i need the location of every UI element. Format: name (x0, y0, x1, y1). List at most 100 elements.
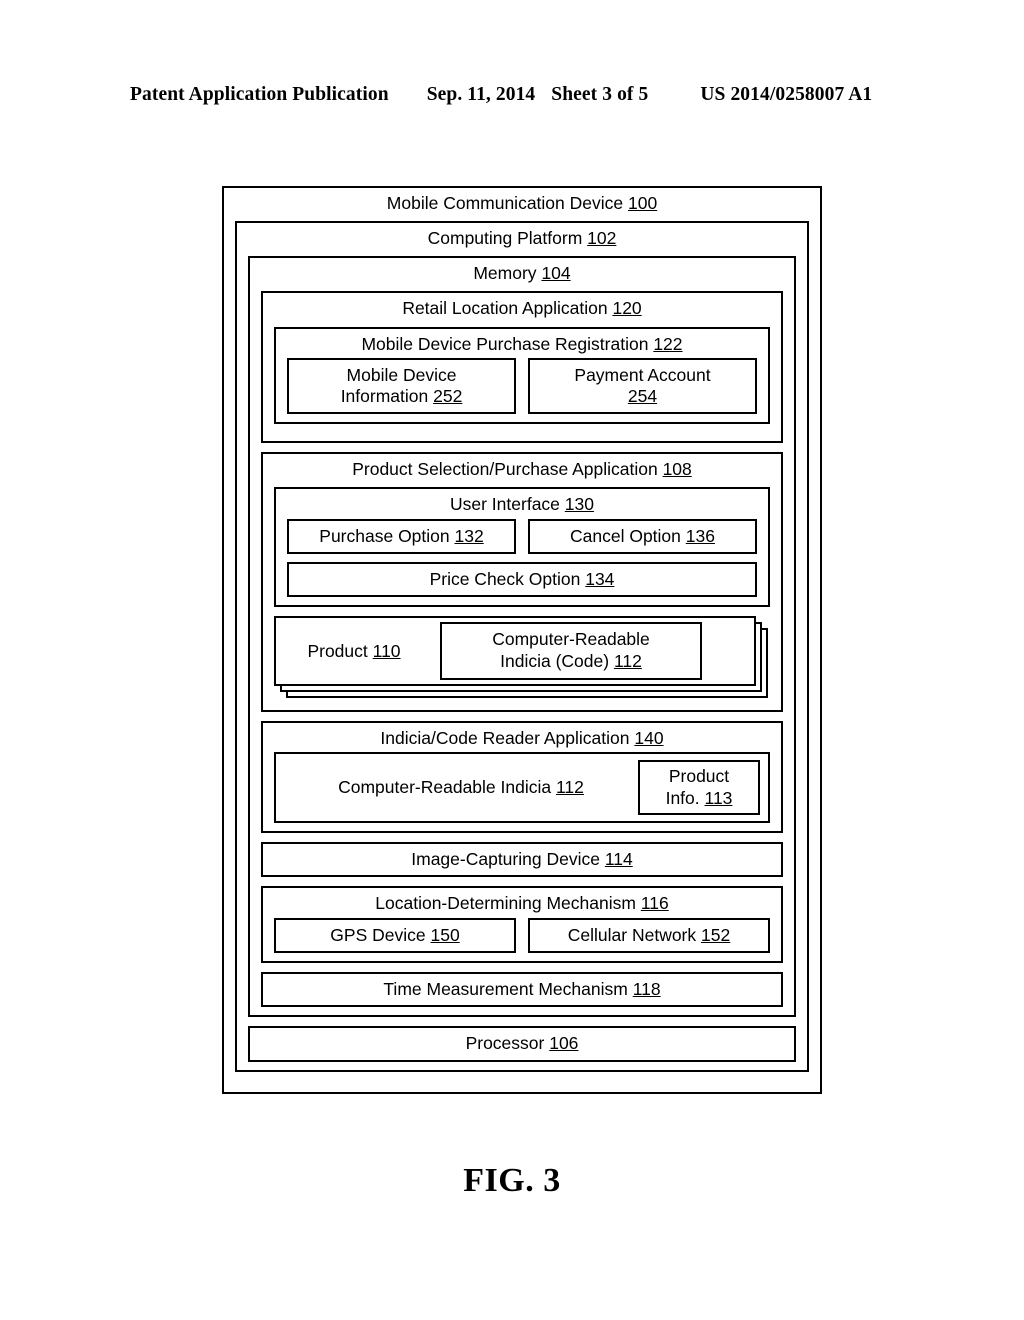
block-title-product-selection-purchase-application: Product Selection/Purchase Application 1… (263, 454, 781, 483)
button-cancel-option[interactable]: Cancel Option 136 (528, 518, 757, 554)
registration-items-row: Mobile Device Information 252 Payment Ac… (287, 357, 757, 415)
ref-product: 110 (372, 640, 401, 661)
text-product-info-line1: Product (668, 766, 730, 787)
text-time-measurement-mechanism: Time Measurement Mechanism (383, 978, 628, 999)
text-product-info-line2: Info. (665, 787, 700, 808)
page-header: Patent Application Publication Sep. 11, … (130, 84, 894, 106)
ref-cancel-option: 136 (685, 525, 715, 546)
text-purchase-option: Purchase Option (319, 525, 450, 546)
label-processor: Processor 106 (250, 1028, 794, 1059)
header-date: Sep. 11, 2014 (426, 84, 536, 105)
block-indicia-code-reader-application: Indicia/Code Reader Application 140 Comp… (261, 721, 783, 834)
location-items-row: GPS Device 150 Cellular Network 152 (274, 917, 770, 953)
block-payment-account: Payment Account 254 (528, 357, 757, 415)
block-title-retail-location-application: Retail Location Application 120 (263, 293, 781, 322)
text-computer-readable-indicia: Computer-Readable Indicia (338, 777, 552, 798)
label-image-capturing-device: Image-Capturing Device 114 (263, 844, 781, 875)
label-computing-platform: Computing Platform (427, 228, 583, 249)
ref-product-info: 113 (704, 787, 733, 808)
header-sheet: Sheet 3 of 5 (551, 84, 649, 105)
button-price-check-option[interactable]: Price Check Option 134 (287, 561, 757, 598)
label-indicia-code-reader-application: Indicia/Code Reader Application (380, 728, 630, 749)
text-code-line1: Computer-Readable (492, 629, 650, 650)
text-gps-device: GPS Device (330, 924, 426, 945)
ref-indicia-code-reader-application: 140 (634, 728, 664, 749)
label-product: Product 110 (274, 641, 434, 662)
label-user-interface: User Interface (450, 494, 560, 515)
ref-user-interface: 130 (564, 494, 594, 515)
ref-processor: 106 (549, 1033, 579, 1054)
label-mobile-device-information-line2: Information (340, 385, 429, 406)
label-mobile-device-purchase-registration: Mobile Device Purchase Registration (361, 333, 649, 354)
block-title-memory: Memory 104 (250, 258, 794, 287)
block-image-capturing-device: Image-Capturing Device 114 (261, 842, 783, 878)
label-payment-account-line1: Payment Account (574, 364, 711, 385)
block-title-computing-platform: Computing Platform 102 (237, 223, 807, 252)
block-cellular-network: Cellular Network 152 (528, 917, 770, 953)
ref-computing-platform: 102 (587, 228, 617, 249)
label-mobile-device-information-line1: Mobile Device (346, 364, 457, 385)
label-price-check-option: Price Check Option 134 (289, 564, 755, 595)
block-product-selection-purchase-application: Product Selection/Purchase Application 1… (261, 452, 783, 713)
ref-image-capturing-device: 114 (604, 849, 633, 870)
text-price-check-option: Price Check Option (429, 568, 581, 589)
label-cancel-option: Cancel Option 136 (530, 521, 755, 552)
text-image-capturing-device: Image-Capturing Device (411, 849, 600, 870)
patent-figure: Mobile Communication Device 100 Computin… (222, 186, 822, 1094)
ref-product-selection-purchase-application: 108 (662, 459, 692, 480)
ref-retail-location-application: 120 (612, 298, 642, 319)
header-publication: Patent Application Publication (130, 84, 389, 105)
block-mobile-communication-device: Mobile Communication Device 100 Computin… (222, 186, 822, 1094)
block-time-measurement-mechanism: Time Measurement Mechanism 118 (261, 971, 783, 1008)
ref-mobile-device-information: 252 (433, 385, 463, 406)
label-block-mobile-device-information: Mobile Device Information 252 (289, 360, 514, 413)
block-title-indicia-code-reader-application: Indicia/Code Reader Application 140 (263, 723, 781, 752)
ref-gps-device: 150 (430, 924, 460, 945)
button-purchase-option[interactable]: Purchase Option 132 (287, 518, 516, 554)
ref-purchase-option: 132 (454, 525, 484, 546)
ref-mobile-device-purchase-registration: 122 (653, 333, 683, 354)
block-user-interface: User Interface 130 Purchase Option 132 C… (274, 487, 770, 608)
block-title-user-interface: User Interface 130 (276, 489, 768, 518)
label-memory: Memory (473, 263, 537, 284)
label-retail-location-application: Retail Location Application (402, 298, 608, 319)
text-code-line2: Indicia (Code) (500, 651, 610, 672)
header-patent-number: US 2014/0258007 A1 (700, 84, 873, 105)
figure-caption: FIG. 3 (463, 1162, 561, 1199)
label-computer-readable-indicia: Computer-Readable Indicia 112 (284, 777, 638, 798)
label-block-payment-account: Payment Account 254 (530, 360, 755, 413)
ref-time-measurement-mechanism: 118 (632, 978, 661, 999)
block-computing-platform: Computing Platform 102 Memory 104 Retail… (235, 221, 809, 1072)
label-location-determining-mechanism: Location-Determining Mechanism (375, 893, 636, 914)
ref-location-determining-mechanism: 116 (640, 893, 669, 914)
block-product-info: Product Info. 113 (638, 760, 760, 816)
label-mobile-communication-device: Mobile Communication Device (386, 193, 624, 213)
block-mobile-device-purchase-registration: Mobile Device Purchase Registration 122 … (274, 326, 770, 425)
ui-options-row: Purchase Option 132 Cancel Option 136 (287, 518, 757, 554)
text-processor: Processor (465, 1033, 545, 1054)
text-cancel-option: Cancel Option (570, 525, 681, 546)
text-product: Product (307, 640, 368, 661)
block-reader-inner: Computer-Readable Indicia 112 Product In… (274, 752, 770, 824)
label-time-measurement-mechanism: Time Measurement Mechanism 118 (263, 974, 781, 1005)
block-mobile-device-information: Mobile Device Information 252 (287, 357, 516, 415)
ref-computer-readable-indicia: 112 (556, 777, 584, 798)
block-title-mobile-device-purchase-registration: Mobile Device Purchase Registration 122 (276, 329, 768, 358)
block-title-location-determining-mechanism: Location-Determining Mechanism 116 (263, 888, 781, 917)
ref-memory: 104 (541, 263, 571, 284)
label-gps-device: GPS Device 150 (276, 920, 514, 951)
block-location-determining-mechanism: Location-Determining Mechanism 116 GPS D… (261, 886, 783, 963)
label-cellular-network: Cellular Network 152 (530, 920, 768, 951)
block-processor: Processor 106 (248, 1026, 796, 1062)
ref-mobile-communication-device: 100 (628, 193, 658, 213)
label-product-selection-purchase-application: Product Selection/Purchase Application (352, 459, 658, 480)
block-gps-device: GPS Device 150 (274, 917, 516, 953)
text-cellular-network: Cellular Network (567, 924, 697, 945)
label-purchase-option: Purchase Option 132 (289, 521, 514, 552)
block-title-mobile-communication-device: Mobile Communication Device 100 (224, 188, 820, 217)
ref-payment-account: 254 (627, 385, 658, 406)
ref-price-check-option: 134 (585, 568, 615, 589)
product-row: Product 110 Computer-Readable Indicia (C… (274, 616, 770, 700)
block-retail-location-application: Retail Location Application 120 Mobile D… (261, 291, 783, 444)
block-product-stack: Product 110 Computer-Readable Indicia (C… (274, 616, 770, 700)
